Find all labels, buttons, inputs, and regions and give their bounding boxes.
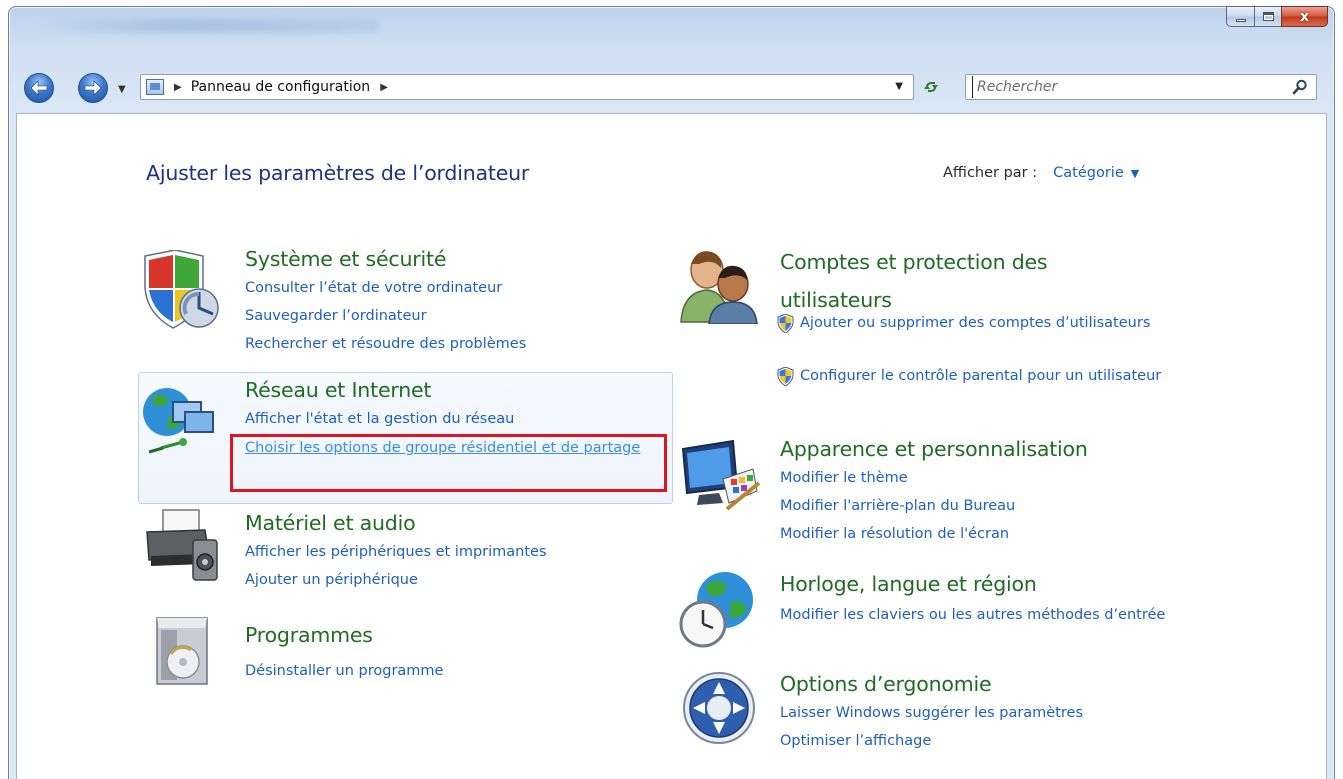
link-parental-controls[interactable]: Configurer le contrôle parental pour un … (800, 364, 1180, 389)
chevron-down-icon[interactable]: ▼ (1131, 167, 1139, 181)
link-change-keyboards[interactable]: Modifier les claviers ou les autres méth… (780, 602, 1200, 628)
link-windows-suggest-settings[interactable]: Laisser Windows suggérer les paramètres (780, 705, 1083, 721)
content-pane: Ajuster les paramètres de l’ordinateur A… (16, 113, 1327, 779)
link-devices-printers[interactable]: Afficher les périphériques et imprimante… (245, 544, 547, 560)
view-by: Afficher par : Catégorie ▼ (943, 165, 1139, 181)
breadcrumb-control-panel[interactable]: Panneau de configuration (191, 79, 370, 95)
category-title-hardware[interactable]: Matériel et audio (245, 511, 416, 535)
link-change-desktop-background[interactable]: Modifier l'arrière-plan du Bureau (780, 498, 1015, 514)
view-by-label: Afficher par : (943, 165, 1038, 181)
search-icon[interactable] (1292, 79, 1308, 95)
uac-shield-icon (777, 314, 794, 333)
category-title-accounts[interactable]: Comptes et protection des utilisateurs (780, 243, 1120, 319)
forward-button[interactable] (78, 73, 108, 103)
maximize-button[interactable] (1254, 6, 1281, 27)
category-title-programs[interactable]: Programmes (245, 623, 373, 647)
network-globe-icon (143, 388, 214, 454)
refresh-button[interactable] (917, 75, 945, 99)
user-accounts-icon (680, 251, 758, 324)
back-arrow-icon (30, 80, 48, 96)
window-title-blurred (39, 19, 379, 33)
printer-speaker-icon (146, 509, 218, 581)
address-dropdown-icon[interactable]: ▼ (895, 81, 903, 92)
category-title-clock[interactable]: Horloge, langue et région (780, 572, 1037, 596)
close-icon: x (1299, 8, 1310, 25)
link-uninstall-program[interactable]: Désinstaller un programme (245, 663, 443, 679)
page-title: Ajuster les paramètres de l’ordinateur (146, 161, 530, 185)
control-panel-icon (146, 79, 164, 95)
appearance-monitor-icon (681, 439, 761, 511)
link-add-remove-accounts[interactable]: Ajouter ou supprimer des comptes d’utili… (800, 311, 1160, 336)
refresh-icon (924, 82, 938, 92)
category-title-appearance[interactable]: Apparence et personnalisation (780, 437, 1088, 461)
link-backup-computer[interactable]: Sauvegarder l’ordinateur (245, 308, 427, 324)
forward-arrow-icon (84, 80, 102, 96)
link-change-resolution[interactable]: Modifier la résolution de l'écran (780, 526, 1009, 542)
address-bar[interactable]: ▶ Panneau de configuration ▶ ▼ (140, 74, 914, 100)
security-shield-icon (144, 250, 219, 329)
link-change-theme[interactable]: Modifier le thème (780, 470, 908, 486)
search-input[interactable] (972, 76, 1272, 98)
caption-buttons: x (1226, 6, 1328, 27)
category-title-system[interactable]: Système et sécurité (245, 247, 446, 271)
ease-of-access-icon (683, 672, 755, 744)
highlight-annotation (230, 434, 667, 492)
link-troubleshoot[interactable]: Rechercher et résoudre des problèmes (245, 336, 526, 352)
category-title-network[interactable]: Réseau et Internet (245, 378, 431, 402)
recent-pages-dropdown[interactable]: ▼ (118, 84, 126, 95)
breadcrumb-chevron-icon[interactable]: ▶ (380, 82, 388, 93)
maximize-icon (1262, 12, 1274, 21)
link-add-device[interactable]: Ajouter un périphérique (245, 572, 418, 588)
minimize-icon (1235, 19, 1246, 22)
view-by-dropdown[interactable]: Catégorie (1053, 165, 1124, 181)
search-box[interactable] (965, 74, 1317, 100)
breadcrumb-chevron-icon[interactable]: ▶ (174, 82, 182, 93)
back-button[interactable] (24, 73, 54, 103)
category-title-ease-of-access[interactable]: Options d’ergonomie (780, 672, 992, 696)
link-view-computer-status[interactable]: Consulter l’état de votre ordinateur (245, 280, 502, 296)
link-optimize-display[interactable]: Optimiser l’affichage (780, 733, 931, 749)
close-button[interactable]: x (1281, 6, 1328, 27)
clock-globe-icon (679, 572, 753, 648)
link-network-status[interactable]: Afficher l'état et la gestion du réseau (245, 411, 514, 427)
uac-shield-icon (777, 367, 794, 386)
programs-box-icon (156, 617, 208, 685)
minimize-button[interactable] (1226, 6, 1254, 27)
